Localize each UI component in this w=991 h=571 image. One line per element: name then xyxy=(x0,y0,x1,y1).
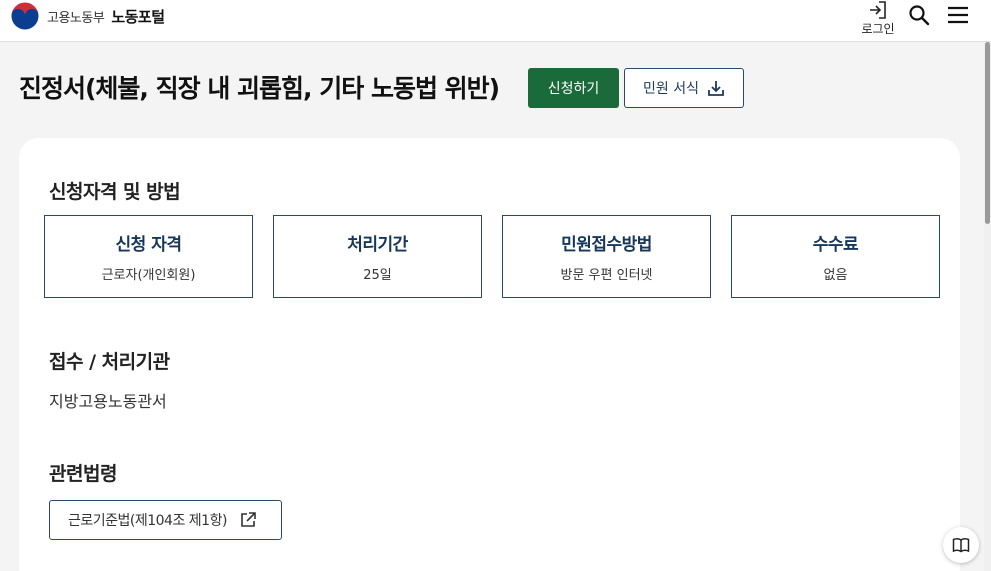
floating-book-button[interactable] xyxy=(943,527,979,563)
info-box-value: 근로자(개인회원) xyxy=(101,268,196,283)
government-emblem-icon xyxy=(10,1,40,31)
download-icon xyxy=(708,81,724,96)
agency-heading: 접수 / 처리기관 xyxy=(49,351,170,373)
eligibility-heading: 신청자격 및 방법 xyxy=(49,181,181,203)
page-scrollbar[interactable] xyxy=(984,42,991,571)
info-box-title: 신청 자격 xyxy=(115,235,182,255)
info-box-submission-method: 민원접수방법 방문 우편 인터넷 xyxy=(502,215,711,298)
login-icon xyxy=(870,1,886,19)
info-box-title: 수수료 xyxy=(812,235,859,255)
related-law-label: 근로기준법(제104조 제1항) xyxy=(68,513,227,529)
info-box-fee: 수수료 없음 xyxy=(731,215,940,298)
search-icon xyxy=(909,5,930,26)
page-title: 진정서(체불, 직장 내 괴롭힘, 기타 노동법 위반) xyxy=(19,74,500,103)
info-box-title: 처리기간 xyxy=(347,235,408,255)
info-box-title: 민원접수방법 xyxy=(561,235,652,255)
search-button[interactable] xyxy=(908,4,930,26)
content-card: 신청자격 및 방법 신청 자격 근로자(개인회원) 처리기간 25일 민원접수방… xyxy=(19,138,960,571)
ministry-name: 고용노동부 xyxy=(47,10,105,26)
apply-button[interactable]: 신청하기 xyxy=(528,68,619,108)
info-box-processing-period: 처리기간 25일 xyxy=(273,215,482,298)
info-box-value: 25일 xyxy=(363,268,392,283)
info-box-eligibility: 신청 자격 근로자(개인회원) xyxy=(44,215,253,298)
external-link-icon xyxy=(241,512,256,527)
agency-value: 지방고용노동관서 xyxy=(49,392,167,411)
menu-button[interactable] xyxy=(947,5,969,25)
info-box-value: 방문 우편 인터넷 xyxy=(560,268,653,283)
related-law-heading: 관련법령 xyxy=(49,463,117,485)
form-download-button[interactable]: 민원 서식 xyxy=(624,68,744,108)
form-download-label: 민원 서식 xyxy=(643,81,699,97)
site-header: 고용노동부 노동포털 로그인 xyxy=(0,0,991,42)
hamburger-menu-icon xyxy=(948,6,968,24)
scroll-thumb[interactable] xyxy=(985,42,990,224)
login-label: 로그인 xyxy=(861,22,895,36)
book-icon xyxy=(952,538,970,553)
info-box-value: 없음 xyxy=(823,268,848,283)
site-logo[interactable]: 고용노동부 노동포털 xyxy=(10,1,165,31)
related-law-link[interactable]: 근로기준법(제104조 제1항) xyxy=(49,500,282,540)
portal-name: 노동포털 xyxy=(111,7,165,26)
login-button[interactable]: 로그인 xyxy=(858,1,898,37)
